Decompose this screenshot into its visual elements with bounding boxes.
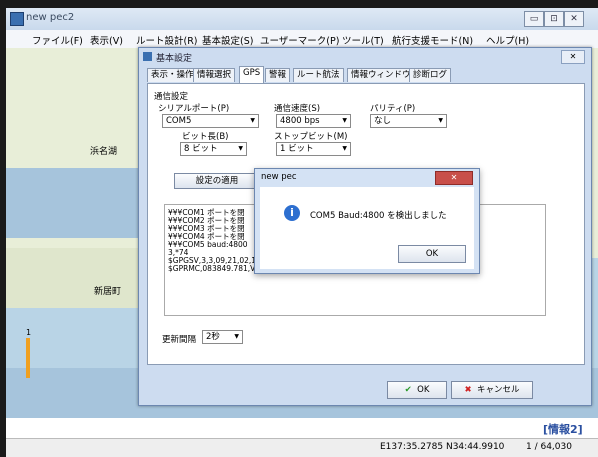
menu-navigation[interactable]: 航行支援モード(N) (392, 33, 473, 47)
stop-bits-label: ストップビット(M) (274, 132, 348, 142)
minimize-button[interactable]: ▭ (524, 11, 544, 27)
tab-diag-log[interactable]: 診断ログ (409, 68, 452, 82)
lake-area (6, 168, 146, 238)
cancel-button[interactable]: ✖ キャンセル (451, 381, 533, 399)
serial-port-select[interactable]: COM5 ▼ (162, 114, 259, 128)
message-title: new pec (261, 172, 297, 182)
dialog-icon (143, 52, 152, 61)
tab-info-window[interactable]: 情報ウィンドウ (347, 68, 415, 82)
serial-port-label: シリアルポート(P) (158, 104, 230, 114)
chevron-down-icon: ▼ (234, 333, 239, 340)
parity-select[interactable]: なし ▼ (370, 114, 447, 128)
chevron-down-icon: ▼ (250, 117, 255, 124)
interval-value: 2秒 (206, 332, 220, 342)
chevron-down-icon: ▼ (238, 145, 243, 152)
chevron-down-icon: ▼ (342, 117, 347, 124)
check-icon: ✔ (404, 385, 412, 395)
baud-label: 通信速度(S) (274, 104, 321, 114)
maximize-button[interactable]: ⊡ (544, 11, 564, 27)
menu-settings[interactable]: 基本設定(S) (202, 33, 253, 47)
window-title: new pec2 (26, 12, 75, 23)
message-text: COM5 Baud:4800 を検出しました (310, 211, 447, 221)
baud-value: 4800 bps (280, 116, 320, 126)
menu-usermark[interactable]: ユーザーマーク(P) (260, 33, 339, 47)
map-label-town: 新居町 (94, 287, 122, 297)
cross-icon: ✖ (464, 385, 472, 395)
tab-gps[interactable]: GPS (239, 66, 265, 83)
menu-tools[interactable]: ツール(T) (342, 33, 384, 47)
info-icon: i (284, 205, 300, 221)
section-label: 通信設定 (154, 92, 189, 102)
tab-route-nav[interactable]: ルート航法 (293, 68, 344, 82)
stop-bits-select[interactable]: 1 ビット ▼ (276, 142, 351, 156)
menu-route[interactable]: ルート設計(R) (136, 33, 198, 47)
close-button[interactable]: ✕ (564, 11, 584, 27)
ok-label: OK (417, 385, 430, 395)
stop-bits-value: 1 ビット (280, 144, 314, 154)
chevron-down-icon: ▼ (342, 145, 347, 152)
scale-bar (26, 338, 30, 378)
message-dialog: new pec ✕ i COM5 Baud:4800 を検出しました OK (254, 168, 480, 274)
cancel-label: キャンセル (477, 385, 520, 395)
menu-view[interactable]: 表示(V) (90, 33, 123, 47)
map-label-lake: 浜名湖 (90, 147, 118, 157)
status-bar: E137:35.2785 N34:44.9910 1 / 64,030 (6, 438, 598, 457)
data-bits-value: 8 ビット (184, 144, 218, 154)
chevron-down-icon: ▼ (438, 117, 443, 124)
tab-display[interactable]: 表示・操作 (147, 68, 198, 82)
menu-file[interactable]: ファイル(F) (32, 33, 83, 47)
menu-help[interactable]: ヘルプ(H) (486, 33, 529, 47)
message-ok-button[interactable]: OK (398, 245, 466, 263)
status-scale: 1 / 64,030 (526, 442, 572, 452)
data-bits-label: ビット長(B) (182, 132, 229, 142)
dialog-close-button[interactable]: ✕ (561, 50, 585, 64)
interval-select[interactable]: 2秒 ▼ (202, 330, 243, 344)
apply-settings-button[interactable]: 設定の適用 (174, 173, 260, 189)
tab-alarm[interactable]: 警報 (265, 68, 291, 82)
message-close-button[interactable]: ✕ (435, 171, 473, 185)
parity-label: パリティ(P) (370, 104, 416, 114)
interval-label: 更新間隔 (162, 335, 197, 345)
parity-value: なし (374, 116, 392, 126)
serial-port-value: COM5 (166, 116, 192, 126)
baud-select[interactable]: 4800 bps ▼ (276, 114, 351, 128)
ok-button[interactable]: ✔ OK (387, 381, 447, 399)
tab-info-select[interactable]: 情報選択 (193, 68, 236, 82)
title-bar: new pec2 ▭ ⊡ ✕ (6, 8, 598, 30)
status-coords: E137:35.2785 N34:44.9910 (380, 442, 505, 452)
scale-mark: 1 (26, 328, 32, 337)
dialog-title: 基本設定 (156, 54, 193, 64)
app-icon (10, 12, 24, 26)
message-body: i COM5 Baud:4800 を検出しました OK (260, 187, 474, 269)
data-bits-select[interactable]: 8 ビット ▼ (180, 142, 247, 156)
info-badge[interactable]: [情報2] (543, 421, 583, 437)
